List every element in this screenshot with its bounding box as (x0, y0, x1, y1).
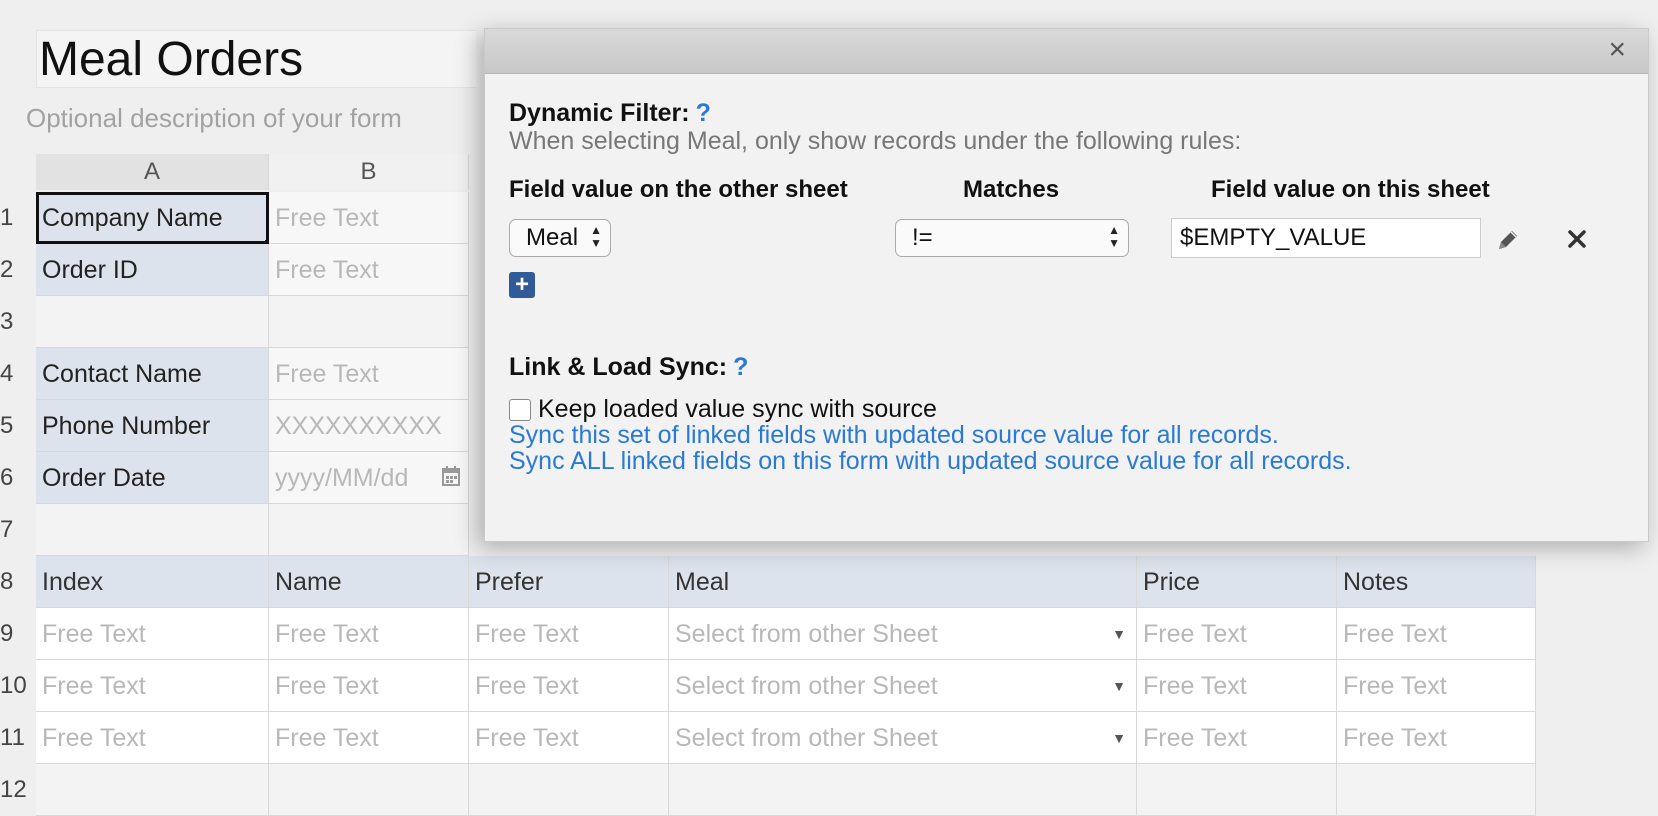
table-header-meal[interactable]: Meal (669, 556, 1137, 608)
delete-rule-icon[interactable] (1567, 229, 1587, 249)
table-cell[interactable]: Free Text (1137, 660, 1337, 712)
column-header-a[interactable]: A (36, 154, 269, 190)
row-number: 8 (0, 568, 14, 595)
cell-empty[interactable] (469, 764, 669, 816)
cell-empty[interactable] (269, 296, 469, 348)
close-icon[interactable]: × (1608, 35, 1626, 65)
value-input[interactable]: $EMPTY_VALUE (1171, 218, 1481, 258)
keep-sync-label[interactable]: Keep loaded value sync with source (538, 395, 937, 424)
keep-sync-checkbox[interactable] (509, 399, 531, 421)
column-header-b[interactable]: B (269, 154, 469, 190)
row-number: 7 (0, 516, 14, 543)
cell-order-id-label[interactable]: Order ID (36, 244, 269, 296)
field-select-value: Meal (526, 224, 579, 251)
caret-down-icon[interactable]: ▼ (1112, 660, 1126, 711)
col-header-this-sheet: Field value on this sheet (1211, 176, 1490, 203)
cell-contact-name-label[interactable]: Contact Name (36, 348, 269, 400)
field-select[interactable]: Meal ▲ ▼ (509, 219, 611, 257)
dynamic-filter-subtitle: When selecting Meal, only show records u… (509, 127, 1242, 155)
row-number: 10 (0, 672, 27, 699)
table-cell[interactable]: Free Text (36, 660, 269, 712)
row-number: 12 (0, 776, 27, 803)
cell-company-name-label[interactable]: Company Name (36, 192, 269, 244)
cell-order-date-value[interactable]: yyyy/MM/dd (269, 452, 469, 504)
meal-select-placeholder: Select from other Sheet (675, 672, 938, 700)
table-cell[interactable]: Free Text (469, 608, 669, 660)
table-cell[interactable]: Free Text (269, 712, 469, 764)
table-cell[interactable]: Free Text (469, 712, 669, 764)
table-cell[interactable]: Free Text (1137, 608, 1337, 660)
row-number: 1 (0, 204, 14, 231)
table-cell[interactable]: Free Text (469, 660, 669, 712)
row-number: 11 (0, 724, 25, 751)
caret-down-icon[interactable]: ▼ (1112, 608, 1126, 659)
table-cell[interactable]: Free Text (36, 608, 269, 660)
operator-select[interactable]: != ▲ ▼ (895, 219, 1129, 257)
table-cell[interactable]: Free Text (36, 712, 269, 764)
caret-down-icon[interactable]: ▼ (1112, 712, 1126, 763)
table-header-notes[interactable]: Notes (1337, 556, 1536, 608)
table-cell[interactable]: Free Text (269, 660, 469, 712)
updown-arrows-icon: ▲ ▼ (1108, 223, 1120, 250)
cell-phone-number-value[interactable]: XXXXXXXXXX (269, 400, 469, 452)
table-cell[interactable]: Free Text (1137, 712, 1337, 764)
order-date-placeholder: yyyy/MM/dd (275, 464, 409, 492)
meal-select-placeholder: Select from other Sheet (675, 620, 938, 648)
meal-select-cell[interactable]: Select from other Sheet ▼ (669, 608, 1137, 660)
meal-select-cell[interactable]: Select from other Sheet ▼ (669, 660, 1137, 712)
cell-empty[interactable] (1137, 764, 1337, 816)
table-cell[interactable]: Free Text (1337, 712, 1536, 764)
dialog-titlebar[interactable]: × (485, 29, 1648, 74)
table-header-name[interactable]: Name (269, 556, 469, 608)
link-load-sync-heading: Link & Load Sync:? (509, 353, 748, 382)
table-header-price[interactable]: Price (1137, 556, 1337, 608)
add-rule-button[interactable]: + (509, 272, 535, 298)
cell-empty[interactable] (36, 764, 269, 816)
operator-select-value: != (912, 224, 933, 251)
cell-empty[interactable] (36, 504, 269, 556)
row-number: 2 (0, 256, 14, 283)
link-settings-dialog: × Dynamic Filter:? When selecting Meal, … (484, 28, 1649, 542)
cell-order-id-value[interactable]: Free Text (269, 244, 469, 296)
row-number: 6 (0, 464, 14, 491)
cell-phone-number-label[interactable]: Phone Number (36, 400, 269, 452)
calendar-icon[interactable] (442, 466, 460, 486)
cell-empty[interactable] (1337, 764, 1536, 816)
help-icon[interactable]: ? (733, 353, 748, 381)
dynamic-filter-title: Dynamic Filter: (509, 99, 690, 127)
row-number: 4 (0, 360, 14, 387)
cell-company-name-value[interactable]: Free Text (269, 192, 469, 244)
link-load-sync-title: Link & Load Sync: (509, 353, 728, 381)
form-description-placeholder[interactable]: Optional description of your form (26, 103, 402, 134)
table-cell[interactable]: Free Text (1337, 660, 1536, 712)
cell-empty[interactable] (269, 764, 469, 816)
meal-select-placeholder: Select from other Sheet (675, 724, 938, 752)
table-header-index[interactable]: Index (36, 556, 269, 608)
table-cell[interactable]: Free Text (269, 608, 469, 660)
cell-empty[interactable] (36, 296, 269, 348)
pencil-icon[interactable] (1495, 227, 1521, 253)
cell-empty[interactable] (669, 764, 1137, 816)
sync-all-link[interactable]: Sync ALL linked fields on this form with… (509, 447, 1352, 476)
cell-order-date-label[interactable]: Order Date (36, 452, 269, 504)
form-title[interactable]: Meal Orders (36, 30, 476, 88)
row-number: 9 (0, 620, 14, 647)
updown-arrows-icon: ▲ ▼ (590, 223, 602, 250)
col-header-other-sheet: Field value on the other sheet (509, 176, 848, 203)
table-header-prefer[interactable]: Prefer (469, 556, 669, 608)
row-number: 5 (0, 412, 14, 439)
meal-select-cell[interactable]: Select from other Sheet ▼ (669, 712, 1137, 764)
row-number: 3 (0, 308, 14, 335)
col-header-matches: Matches (963, 176, 1060, 203)
cell-contact-name-value[interactable]: Free Text (269, 348, 469, 400)
help-icon[interactable]: ? (696, 99, 711, 127)
sync-set-link[interactable]: Sync this set of linked fields with upda… (509, 421, 1279, 450)
dynamic-filter-heading: Dynamic Filter:? (509, 99, 711, 128)
table-cell[interactable]: Free Text (1337, 608, 1536, 660)
cell-empty[interactable] (269, 504, 469, 556)
